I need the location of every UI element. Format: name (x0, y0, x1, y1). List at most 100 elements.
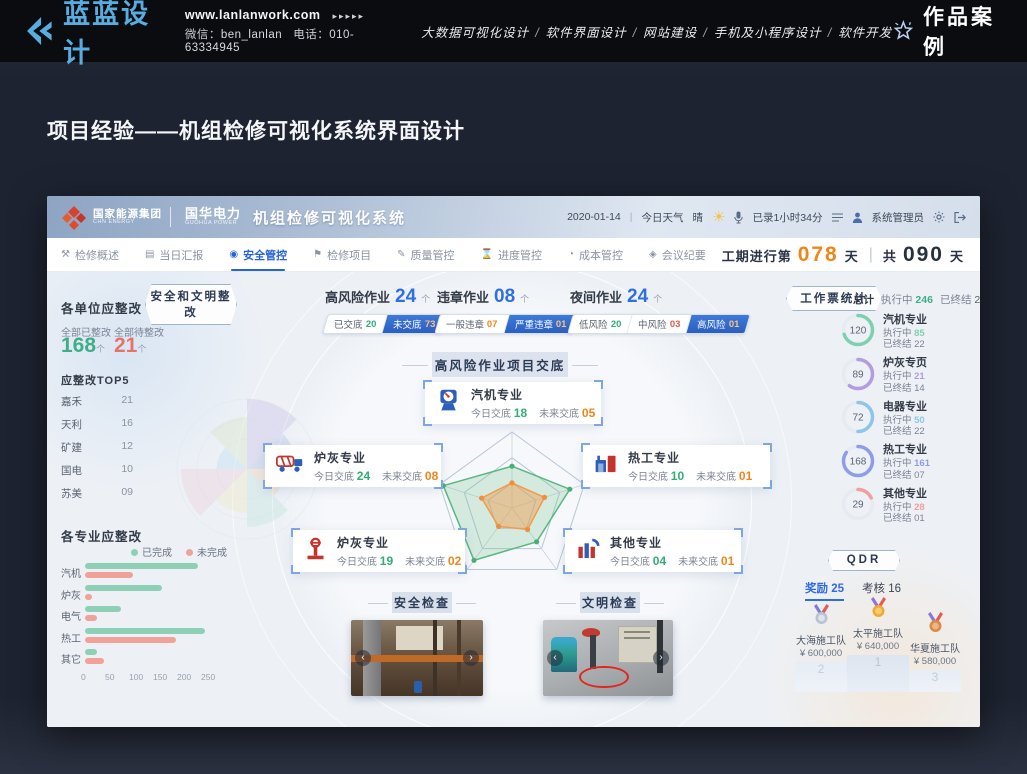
clock-icon: ◔ (568, 249, 574, 260)
bar-row-汽机: 汽机 (61, 562, 221, 580)
gear-icon[interactable] (933, 211, 945, 223)
ring-title: 汽机专业 (883, 314, 927, 328)
center-banner: 高风险作业项目交底 (432, 352, 568, 377)
card-汽机专业-0[interactable]: 汽机专业今日交底 18未来交底 05 (425, 382, 601, 424)
ring-text: 炉灰专页执行中 21已终结 14 (883, 357, 927, 395)
org2-en: GUOHUA POWER (185, 221, 241, 227)
ring-running: 执行中 161 (883, 458, 930, 470)
podium-step: 1 (847, 655, 909, 692)
username[interactable]: 系统管理员 (872, 210, 925, 225)
date-label: 2020-01-14 (567, 211, 621, 223)
tab-检修项目[interactable]: ⚑检修项目 (313, 238, 371, 271)
done-value: 168个 (61, 334, 105, 358)
ring-text: 电器专业执行中 50已终结 22 (883, 401, 927, 439)
stat-unit: 个 (421, 292, 430, 305)
dashboard-header: 国家能源集团 CHN ENERGY 国华电力 GUOHUA POWER 机组检修… (47, 196, 980, 238)
section-title-units: 各单位应整改 (61, 298, 142, 317)
top5-row: 嘉禾21 (61, 394, 133, 409)
progress-total: 090 (903, 243, 944, 267)
bar-done (85, 606, 121, 612)
stat-label: 夜间作业 (570, 287, 622, 306)
carousel-prev-button[interactable]: ‹ (547, 650, 563, 666)
stat-pill-已交底: 已交底20 (323, 315, 386, 333)
stat-违章作业: 违章作业08个一般违章07严重违章01 (437, 286, 587, 334)
tab-label: 会议纪要 (662, 247, 706, 263)
stat-label: 违章作业 (437, 287, 489, 306)
org1-name: 国家能源集团 (93, 209, 162, 220)
card-text: 热工专业今日交底 10未来交底 01 (628, 449, 752, 483)
gauge-icon (435, 387, 462, 419)
logout-icon[interactable] (954, 212, 966, 223)
card-corner (434, 480, 443, 489)
progress-days: 078 (798, 243, 839, 267)
top5-row: 国电10 (61, 463, 133, 478)
pill-label: 未交底 (393, 317, 422, 331)
website-row[interactable]: www.lanlanwork.com ▸▸▸▸▸ (185, 8, 383, 22)
card-炉灰专业-1[interactable]: 炉灰专业今日交底 24未来交底 08 (265, 445, 441, 487)
top5-value: 16 (121, 417, 133, 432)
card-炉灰专业-3[interactable]: 炉灰专业今日交底 19未来交底 02 (293, 530, 465, 572)
tab-label: 当日汇报 (159, 247, 203, 263)
mic-icon[interactable] (734, 211, 743, 224)
card-title: 炉灰专业 (314, 449, 438, 466)
card-corner (734, 528, 743, 537)
today-pair: 今日交底 18 (471, 405, 527, 420)
list-icon[interactable] (832, 213, 843, 222)
top5-name: 天利 (61, 417, 82, 432)
tab-当日汇报[interactable]: ▤当日汇报 (145, 238, 203, 271)
ring-running: 执行中 50 (883, 415, 927, 427)
podium-大海施工队: 大海施工队¥ 600,0002 (795, 597, 847, 692)
page-title: 项目经验——机组检修可视化系统界面设计 (47, 115, 465, 145)
card-values: 今日交底 19未来交底 02 (337, 553, 461, 568)
podium-step: 3 (909, 670, 961, 692)
tab-检修概述[interactable]: ⚒检修概述 (61, 238, 119, 271)
ring-text: 汽机专业执行中 85已终结 22 (883, 314, 927, 352)
ring-text: 其他专业执行中 28已终结 01 (883, 488, 927, 526)
card-corner (594, 380, 603, 389)
bar-done (85, 649, 97, 655)
tab-质量管控[interactable]: ✎ 质量管控 (397, 238, 454, 271)
tab-进度管控[interactable]: ⌛进度管控 (481, 238, 542, 271)
inspection-label-civility: 文明检查 (580, 592, 640, 613)
stat-pills: 一般违章07严重违章01 (434, 314, 578, 334)
ring-热工专业: 168热工专业执行中 161已终结 07 (840, 443, 930, 484)
service-separator: / (535, 26, 539, 40)
brand[interactable]: 蓝蓝设计 (20, 0, 165, 70)
card-热工专业-2[interactable]: 热工专业今日交底 10未来交底 01 (583, 445, 770, 487)
tab-label: 质量管控 (411, 247, 455, 263)
service-separator: / (828, 26, 832, 40)
user-icon (852, 212, 863, 223)
card-corner (434, 443, 443, 452)
service-item: 手机及小程序设计 (714, 26, 822, 40)
card-其他专业-4[interactable]: 其他专业今日交底 04未来交底 01 (565, 530, 741, 572)
svg-text:29: 29 (852, 500, 864, 511)
stat-head: 夜间作业24个 (570, 286, 720, 308)
svg-text:120: 120 (850, 326, 867, 337)
carousel-next-button[interactable]: › (653, 650, 669, 666)
bar-done (85, 628, 205, 634)
tab-安全管控[interactable]: ◉安全管控 (229, 238, 287, 271)
tab-会议纪要[interactable]: ◈会议纪要 (649, 238, 706, 271)
contact-row: 微信：ben_lanlan 电话：010-63334945 (185, 26, 383, 54)
photo-annotation-ellipse (579, 666, 628, 689)
tab-成本管控[interactable]: ◔成本管控 (568, 238, 623, 271)
site-header: 蓝蓝设计 www.lanlanwork.com ▸▸▸▸▸ 微信：ben_lan… (0, 0, 1027, 62)
carousel-next-button[interactable]: › (463, 650, 479, 666)
card-text: 汽机专业今日交底 18未来交底 05 (471, 386, 595, 420)
portfolio-button[interactable]: 作品案例 (892, 1, 1007, 61)
workticket-total: 总计 执行中 246 已终结 281 (853, 292, 980, 307)
left-panel-badge: 安全和文明整改 (145, 284, 237, 325)
ring-done: 已终结 22 (883, 339, 927, 351)
ring-title: 热工专业 (883, 444, 930, 458)
dashboard-content: 安全和文明整改 各单位应整改 全部已整改 全部待整改 168个 21个 应整改T… (47, 272, 980, 727)
bar-row-炉灰: 炉灰 (61, 584, 221, 602)
chimney-icon (575, 537, 601, 565)
brand-name: 蓝蓝设计 (63, 0, 165, 70)
stat-value: 24 (627, 286, 648, 308)
future-pair: 未来交底 01 (696, 468, 752, 483)
edit-icon: ✎ (397, 249, 405, 260)
stat-label: 高风险作业 (325, 287, 390, 306)
bar-axis-tick: 100 (129, 672, 143, 682)
top5-value: 12 (121, 440, 133, 455)
carousel-prev-button[interactable]: ‹ (355, 650, 371, 666)
